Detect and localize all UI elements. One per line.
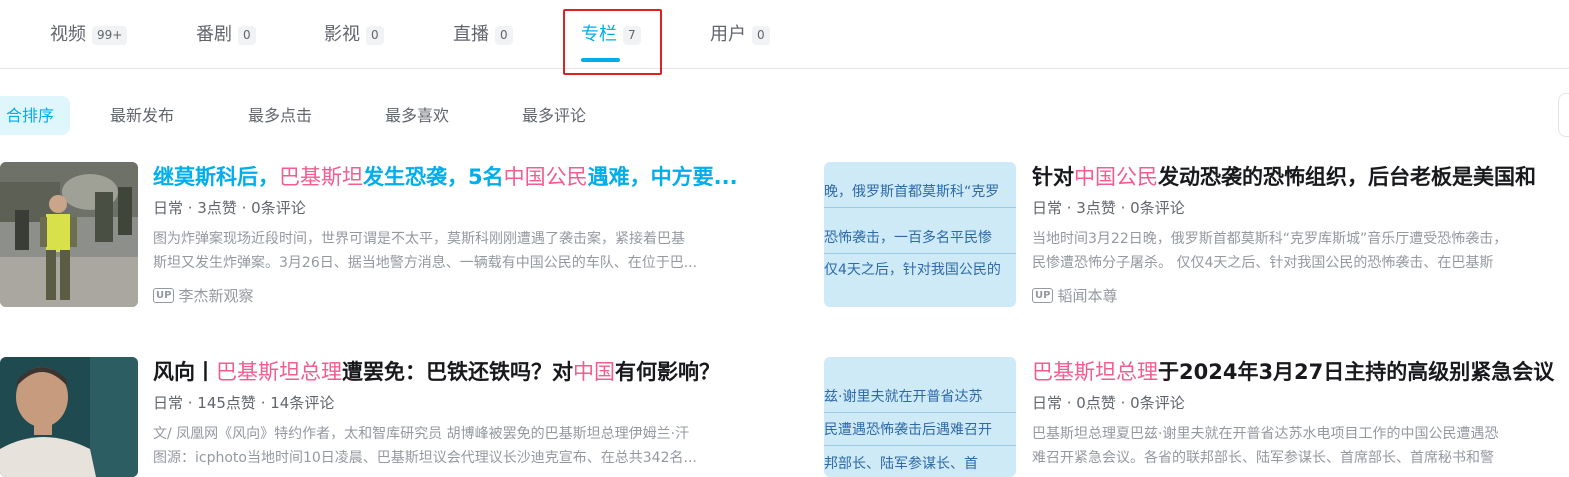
article-meta: 日常 · 3点赞 · 0条评论 <box>1032 199 1185 217</box>
description-line: 图为炸弹案现场近段时间，世界可谓是不太平，莫斯科刚刚遭遇了袭击案，紧接着巴基 <box>153 231 685 247</box>
title-keyword: 中国公民 <box>503 165 588 189</box>
tab-count-badge: 0 <box>238 25 256 45</box>
sort-newest[interactable]: 最新发布 <box>110 96 174 135</box>
article-thumbnail[interactable]: 兹·谢里夫就在开普省达苏 民遭遇恐怖袭击后遇难召开 邦部长、陆军参谋长、首 <box>824 357 1016 477</box>
article-title[interactable]: 巴基斯坦总理于2024年3月27日主持的高级别紧急会议 <box>1032 357 1569 387</box>
description-line: 当地时间3月22日晚，俄罗斯首都莫斯科“克罗库斯城”音乐厅遭受恐怖袭击， <box>1032 231 1508 247</box>
tab-film[interactable]: 影视 0 <box>324 22 384 48</box>
title-keyword: 巴基斯坦总理 <box>1032 360 1158 384</box>
article-description: 巴基斯坦总理夏巴兹·谢里夫就在开普省达苏水电项目工作的中国公民遭遇恐 难召开紧急… <box>1032 422 1569 470</box>
tab-user[interactable]: 用户 0 <box>710 22 770 48</box>
article-thumbnail[interactable] <box>0 357 138 477</box>
thumbnail-text: 恐怖袭击，一百多名平民惨 <box>824 230 992 246</box>
thumbnail-divider <box>824 253 1016 254</box>
title-keyword: 巴基斯坦 <box>279 165 363 189</box>
article-title[interactable]: 风向丨巴基斯坦总理遭罢免：巴铁还铁吗？对中国有何影响？ <box>153 357 783 387</box>
thumbnail-divider <box>824 207 1016 208</box>
tab-label: 直播 <box>453 24 489 45</box>
thumbnail-divider <box>824 445 1016 446</box>
thumbnail-text: 邦部长、陆军参谋长、首 <box>824 456 978 472</box>
view-toggle-button[interactable] <box>1558 93 1569 137</box>
up-icon: UP <box>1032 288 1054 303</box>
article-author[interactable]: UP 李杰新观察 <box>153 285 253 306</box>
tab-count-badge: 0 <box>366 25 384 45</box>
thumbnail-text: 仅4天之后，针对我国公民的 <box>824 262 1001 278</box>
author-name: 李杰新观察 <box>178 287 254 305</box>
article-thumbnail[interactable]: 晚，俄罗斯首都莫斯科“克罗 恐怖袭击，一百多名平民惨 仅4天之后，针对我国公民的 <box>824 162 1016 307</box>
description-line: 民惨遭恐怖分子屠杀。 仅仅4天之后、针对我国公民的恐怖袭击、在巴基斯 <box>1032 255 1494 271</box>
thumbnail-divider <box>824 412 1016 413</box>
sort-most-likes[interactable]: 最多喜欢 <box>385 96 449 135</box>
tab-label: 番剧 <box>196 24 232 45</box>
article-title[interactable]: 继莫斯科后，巴基斯坦发生恐袭，5名中国公民遇难，中方要... <box>153 162 783 192</box>
article-thumbnail[interactable] <box>0 162 138 307</box>
article-description: 图为炸弹案现场近段时间，世界可谓是不太平，莫斯科刚刚遭遇了袭击案，紧接着巴基 斯… <box>153 227 783 275</box>
title-part: 发生恐袭，5名 <box>363 165 504 189</box>
tab-label: 用户 <box>710 24 746 45</box>
title-part: 于2024年3月27日主持的高级别紧急会议 <box>1158 360 1555 384</box>
article-description: 当地时间3月22日晚，俄罗斯首都莫斯科“克罗库斯城”音乐厅遭受恐怖袭击， 民惨遭… <box>1032 227 1569 275</box>
description-line: 难召开紧急会议。各省的联邦部长、陆军参谋长、首席部长、首席秘书和警 <box>1032 450 1494 466</box>
tab-video[interactable]: 视频 99+ <box>50 22 128 48</box>
sort-most-clicks[interactable]: 最多点击 <box>248 96 312 135</box>
sort-comprehensive[interactable]: 合排序 <box>0 96 70 135</box>
article-meta: 日常 · 0点赞 · 0条评论 <box>1032 394 1185 412</box>
title-part: 有何影响？ <box>615 360 720 384</box>
tab-count-badge: 99+ <box>92 25 128 45</box>
description-line: 巴基斯坦总理夏巴兹·谢里夫就在开普省达苏水电项目工作的中国公民遭遇恐 <box>1032 426 1499 442</box>
tab-bangumi[interactable]: 番剧 0 <box>196 22 256 48</box>
thumbnail-text: 兹·谢里夫就在开普省达苏 <box>824 389 983 405</box>
tab-live[interactable]: 直播 0 <box>453 22 513 48</box>
title-keyword: 中国公民 <box>1074 165 1158 189</box>
description-line: 文/ 凤凰网《风向》特约作者，太和智库研究员 胡博峰被罢免的巴基斯坦总理伊姆兰·… <box>153 426 690 442</box>
tab-label: 影视 <box>324 24 360 45</box>
tab-count-badge: 0 <box>752 25 770 45</box>
article-author[interactable]: UP 韬闻本尊 <box>1032 285 1117 306</box>
title-part: 针对 <box>1032 165 1074 189</box>
title-keyword: 巴基斯坦总理 <box>216 360 342 384</box>
title-keyword: 中国 <box>573 360 615 384</box>
sort-most-comments[interactable]: 最多评论 <box>522 96 586 135</box>
search-type-tabs: 视频 99+ 番剧 0 影视 0 直播 0 专栏 7 用户 0 <box>0 0 1569 69</box>
description-line: 斯坦又发生炸弹案。3月26日、据当地警方消息、一辆载有中国公民的车队、在位于巴.… <box>153 255 698 271</box>
description-line: 图源：icphoto当地时间10日凌晨、巴基斯坦议会代理议长沙迪克宣布、在总共3… <box>153 450 697 466</box>
article-description: 文/ 凤凰网《风向》特约作者，太和智库研究员 胡博峰被罢免的巴基斯坦总理伊姆兰·… <box>153 422 783 470</box>
author-name: 韬闻本尊 <box>1057 287 1118 305</box>
up-icon: UP <box>153 288 175 303</box>
title-part: 风向丨 <box>153 360 216 384</box>
tab-label: 视频 <box>50 24 86 45</box>
title-part: 继莫斯科后， <box>153 165 279 189</box>
thumbnail-text: 民遭遇恐怖袭击后遇难召开 <box>824 422 992 438</box>
article-meta: 日常 · 145点赞 · 14条评论 <box>153 394 335 412</box>
title-part: 遭罢免：巴铁还铁吗？对 <box>342 360 573 384</box>
article-meta: 日常 · 3点赞 · 0条评论 <box>153 199 306 217</box>
thumbnail-text: 晚，俄罗斯首都莫斯科“克罗 <box>824 184 1000 200</box>
annotation-highlight-box <box>563 9 662 75</box>
article-title[interactable]: 针对中国公民发动恐袭的恐怖组织，后台老板是美国和 <box>1032 162 1569 192</box>
title-part: 发动恐袭的恐怖组织，后台老板是美国和 <box>1158 165 1536 189</box>
title-part: 遇难，中方要... <box>587 165 738 189</box>
tab-count-badge: 0 <box>495 25 513 45</box>
